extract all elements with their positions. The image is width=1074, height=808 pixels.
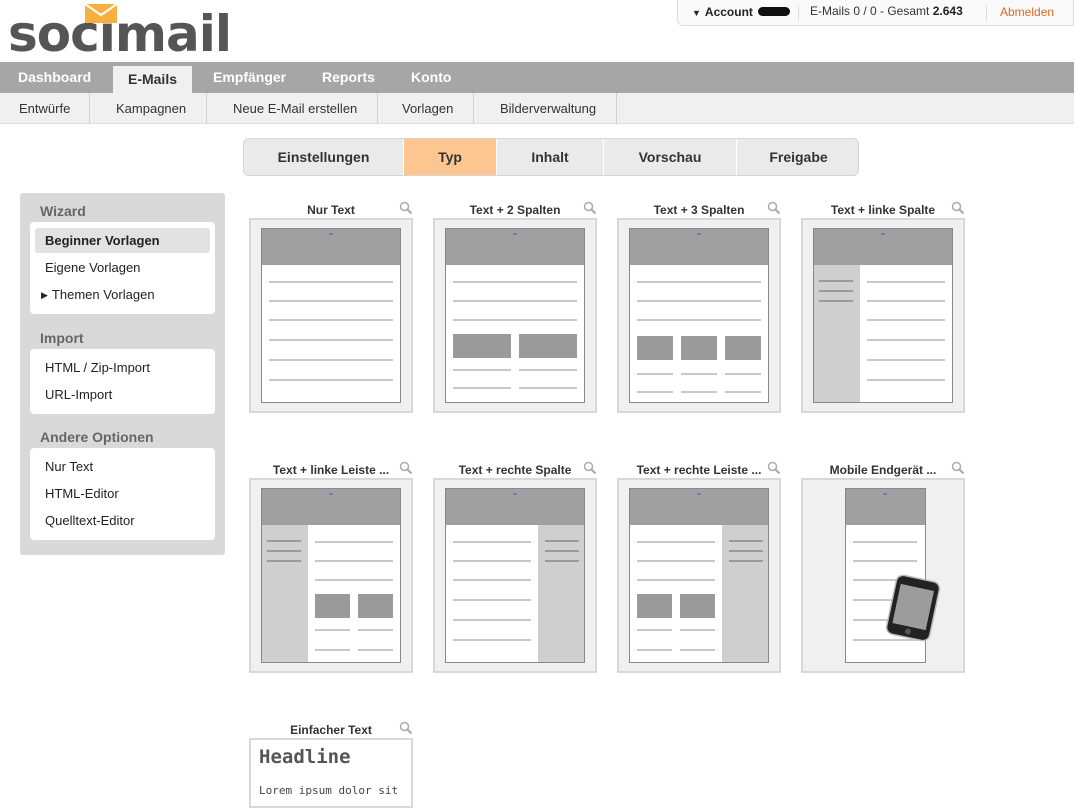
subnav-entwuerfe[interactable]: Entwürfe	[0, 93, 91, 124]
layout-right-sidebar-preview	[629, 488, 769, 663]
zoom-icon[interactable]	[951, 461, 965, 475]
email-stats-prefix: E-Mails 0 / 0 - Gesamt	[810, 4, 930, 18]
triangle-right-icon: ▶	[41, 290, 48, 300]
zoom-icon[interactable]	[767, 201, 781, 215]
step-vorschau[interactable]: Vorschau	[604, 139, 737, 175]
template-preview[interactable]: Headline Lorem ipsum dolor sit	[249, 738, 413, 808]
template-title: Text + rechte Spalte	[458, 463, 572, 477]
zoom-icon[interactable]	[399, 461, 413, 475]
header: socimail ▼ Account E-Mails 0 / 0 - Gesamt…	[0, 0, 1074, 62]
sidebar-heading-import: Import	[40, 330, 84, 346]
sidebar-item-html-editor[interactable]: HTML-Editor	[35, 481, 210, 506]
sidebar-item-themen-vorlagen[interactable]: ▶ Themen Vorlagen	[35, 282, 210, 307]
step-inhalt[interactable]: Inhalt	[497, 139, 604, 175]
socimail-logo[interactable]: socimail	[8, 2, 232, 63]
subnav-neue-email[interactable]: Neue E-Mail erstellen	[206, 93, 379, 124]
sub-nav: Entwürfe Kampagnen Neue E-Mail erstellen…	[0, 93, 1074, 124]
sidebar-import-box: HTML / Zip-Import URL-Import	[30, 349, 215, 414]
subnav-vorlagen[interactable]: Vorlagen	[375, 93, 475, 124]
layout-three-columns-preview	[629, 228, 769, 403]
subnav-kampagnen[interactable]: Kampagnen	[90, 93, 208, 124]
nav-reports[interactable]: Reports	[305, 62, 392, 93]
template-preview[interactable]	[249, 218, 413, 413]
zoom-icon[interactable]	[767, 461, 781, 475]
sidebar-item-html-zip-import[interactable]: HTML / Zip-Import	[35, 355, 210, 380]
template-preview[interactable]	[801, 478, 965, 673]
wizard-steps: Einstellungen Typ Inhalt Vorschau Freiga…	[243, 138, 859, 176]
preview-headline: Headline	[259, 746, 351, 768]
template-title: Text + rechte Leiste ...	[636, 463, 762, 477]
zoom-icon[interactable]	[399, 201, 413, 215]
sidebar-item-beginner-vorlagen[interactable]: Beginner Vorlagen	[35, 228, 210, 253]
zoom-icon[interactable]	[583, 201, 597, 215]
main-nav: Dashboard E-Mails Empfänger Reports Kont…	[0, 62, 1074, 93]
email-stats: E-Mails 0 / 0 - Gesamt 2.643	[810, 4, 963, 18]
layout-two-columns-preview	[445, 228, 585, 403]
sidebar-item-eigene-vorlagen[interactable]: Eigene Vorlagen	[35, 255, 210, 280]
template-title: Text + 3 Spalten	[653, 203, 745, 217]
account-label: Account	[704, 5, 753, 19]
template-preview[interactable]	[617, 218, 781, 413]
nav-konto[interactable]: Konto	[394, 62, 468, 93]
triangle-down-icon: ▼	[692, 8, 701, 18]
layout-right-column-preview	[445, 488, 585, 663]
logo-text: socimail	[8, 5, 232, 63]
step-typ[interactable]: Typ	[404, 139, 497, 175]
sidebar-item-nur-text[interactable]: Nur Text	[35, 454, 210, 479]
account-menu[interactable]: ▼ Account	[692, 5, 753, 19]
zoom-icon[interactable]	[583, 461, 597, 475]
nav-dashboard[interactable]: Dashboard	[1, 62, 108, 93]
zoom-icon[interactable]	[951, 201, 965, 215]
account-bar: ▼ Account E-Mails 0 / 0 - Gesamt 2.643 Ab…	[677, 0, 1074, 26]
step-einstellungen[interactable]: Einstellungen	[244, 139, 404, 175]
layout-left-sidebar-preview	[261, 488, 401, 663]
sidebar-wizard-box: Beginner Vorlagen Eigene Vorlagen ▶ Theme…	[30, 222, 215, 314]
email-total: 2.643	[932, 4, 963, 18]
sidebar-other-box: Nur Text HTML-Editor Quelltext-Editor	[30, 448, 215, 540]
template-title: Nur Text	[307, 203, 355, 217]
zoom-icon[interactable]	[399, 721, 413, 735]
sidebar-item-url-import[interactable]: URL-Import	[35, 382, 210, 407]
sidebar-item-quelltext-editor[interactable]: Quelltext-Editor	[35, 508, 210, 533]
template-title: Text + 2 Spalten	[469, 203, 561, 217]
template-preview[interactable]	[617, 478, 781, 673]
sidebar-heading-wizard: Wizard	[40, 203, 86, 219]
template-title: Text + linke Spalte	[830, 203, 936, 217]
envelope-icon	[84, 3, 118, 23]
template-title: Einfacher Text	[290, 723, 372, 737]
template-preview[interactable]	[433, 478, 597, 673]
account-name-redacted	[758, 7, 790, 16]
template-preview[interactable]	[433, 218, 597, 413]
nav-empfaenger[interactable]: Empfänger	[196, 62, 303, 93]
sidebar-heading-andere-optionen: Andere Optionen	[40, 429, 154, 445]
step-freigabe[interactable]: Freigabe	[737, 139, 858, 175]
preview-body-text: Lorem ipsum dolor sit	[259, 784, 399, 797]
template-title: Text + linke Leiste ...	[272, 463, 390, 477]
layout-left-column-preview	[813, 228, 953, 403]
subnav-bilderverwaltung[interactable]: Bilderverwaltung	[473, 93, 618, 124]
sidebar: Wizard Beginner Vorlagen Eigene Vorlagen…	[20, 193, 225, 555]
nav-emails[interactable]: E-Mails	[113, 66, 192, 93]
template-preview[interactable]	[249, 478, 413, 673]
template-preview[interactable]	[801, 218, 965, 413]
template-title: Mobile Endgerät ...	[829, 463, 937, 477]
layout-mobile-preview	[845, 488, 941, 663]
sidebar-item-label: Themen Vorlagen	[51, 287, 155, 302]
layout-text-only-preview	[261, 228, 401, 403]
logout-link[interactable]: Abmelden	[1000, 5, 1054, 19]
